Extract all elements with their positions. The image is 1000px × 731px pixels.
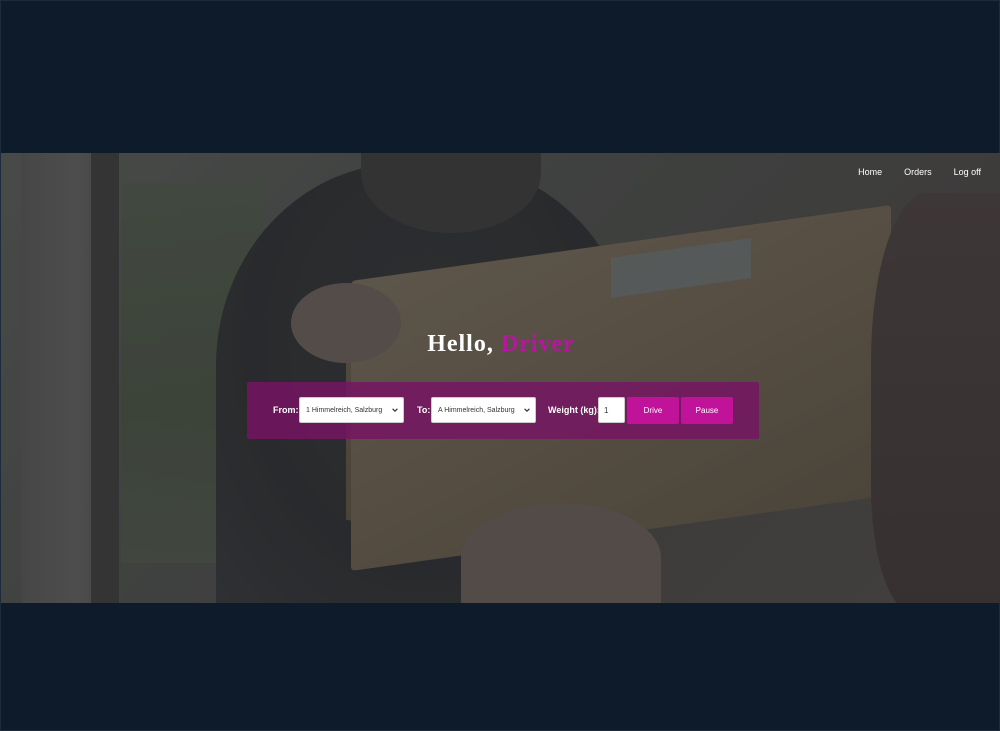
from-label: From:: [273, 405, 299, 415]
nav-home-link[interactable]: Home: [858, 167, 882, 177]
to-select[interactable]: A Himmelreich, Salzburg: [431, 397, 536, 423]
hero-dark-overlay: [1, 153, 1000, 603]
chevron-down-icon: [524, 408, 530, 413]
from-select-value: 1 Himmelreich, Salzburg: [306, 406, 383, 414]
from-select[interactable]: 1 Himmelreich, Salzburg: [299, 397, 404, 423]
pause-button[interactable]: Pause: [681, 397, 733, 424]
nav-logoff-link[interactable]: Log off: [954, 167, 981, 177]
nav-orders-link[interactable]: Orders: [904, 167, 932, 177]
chevron-down-icon: [392, 408, 398, 413]
weight-label: Weight (kg):: [548, 405, 600, 415]
to-label: To:: [417, 405, 431, 415]
to-select-value: A Himmelreich, Salzburg: [438, 406, 515, 414]
app-window: Home Orders Log off Hello, Driver From: …: [0, 0, 1000, 731]
top-nav: Home Orders Log off: [836, 167, 981, 177]
hero-banner: Home Orders Log off Hello, Driver From: …: [1, 153, 1000, 603]
drive-button[interactable]: Drive: [627, 397, 679, 424]
weight-input[interactable]: 1: [598, 397, 625, 423]
weight-input-value: 1: [604, 405, 609, 415]
greeting-name: Driver: [500, 331, 575, 357]
greeting-prefix: Hello,: [427, 331, 494, 357]
trip-form-panel: From: 1 Himmelreich, Salzburg To: A Himm…: [247, 382, 759, 439]
page-title: Hello, Driver: [1, 331, 1000, 358]
